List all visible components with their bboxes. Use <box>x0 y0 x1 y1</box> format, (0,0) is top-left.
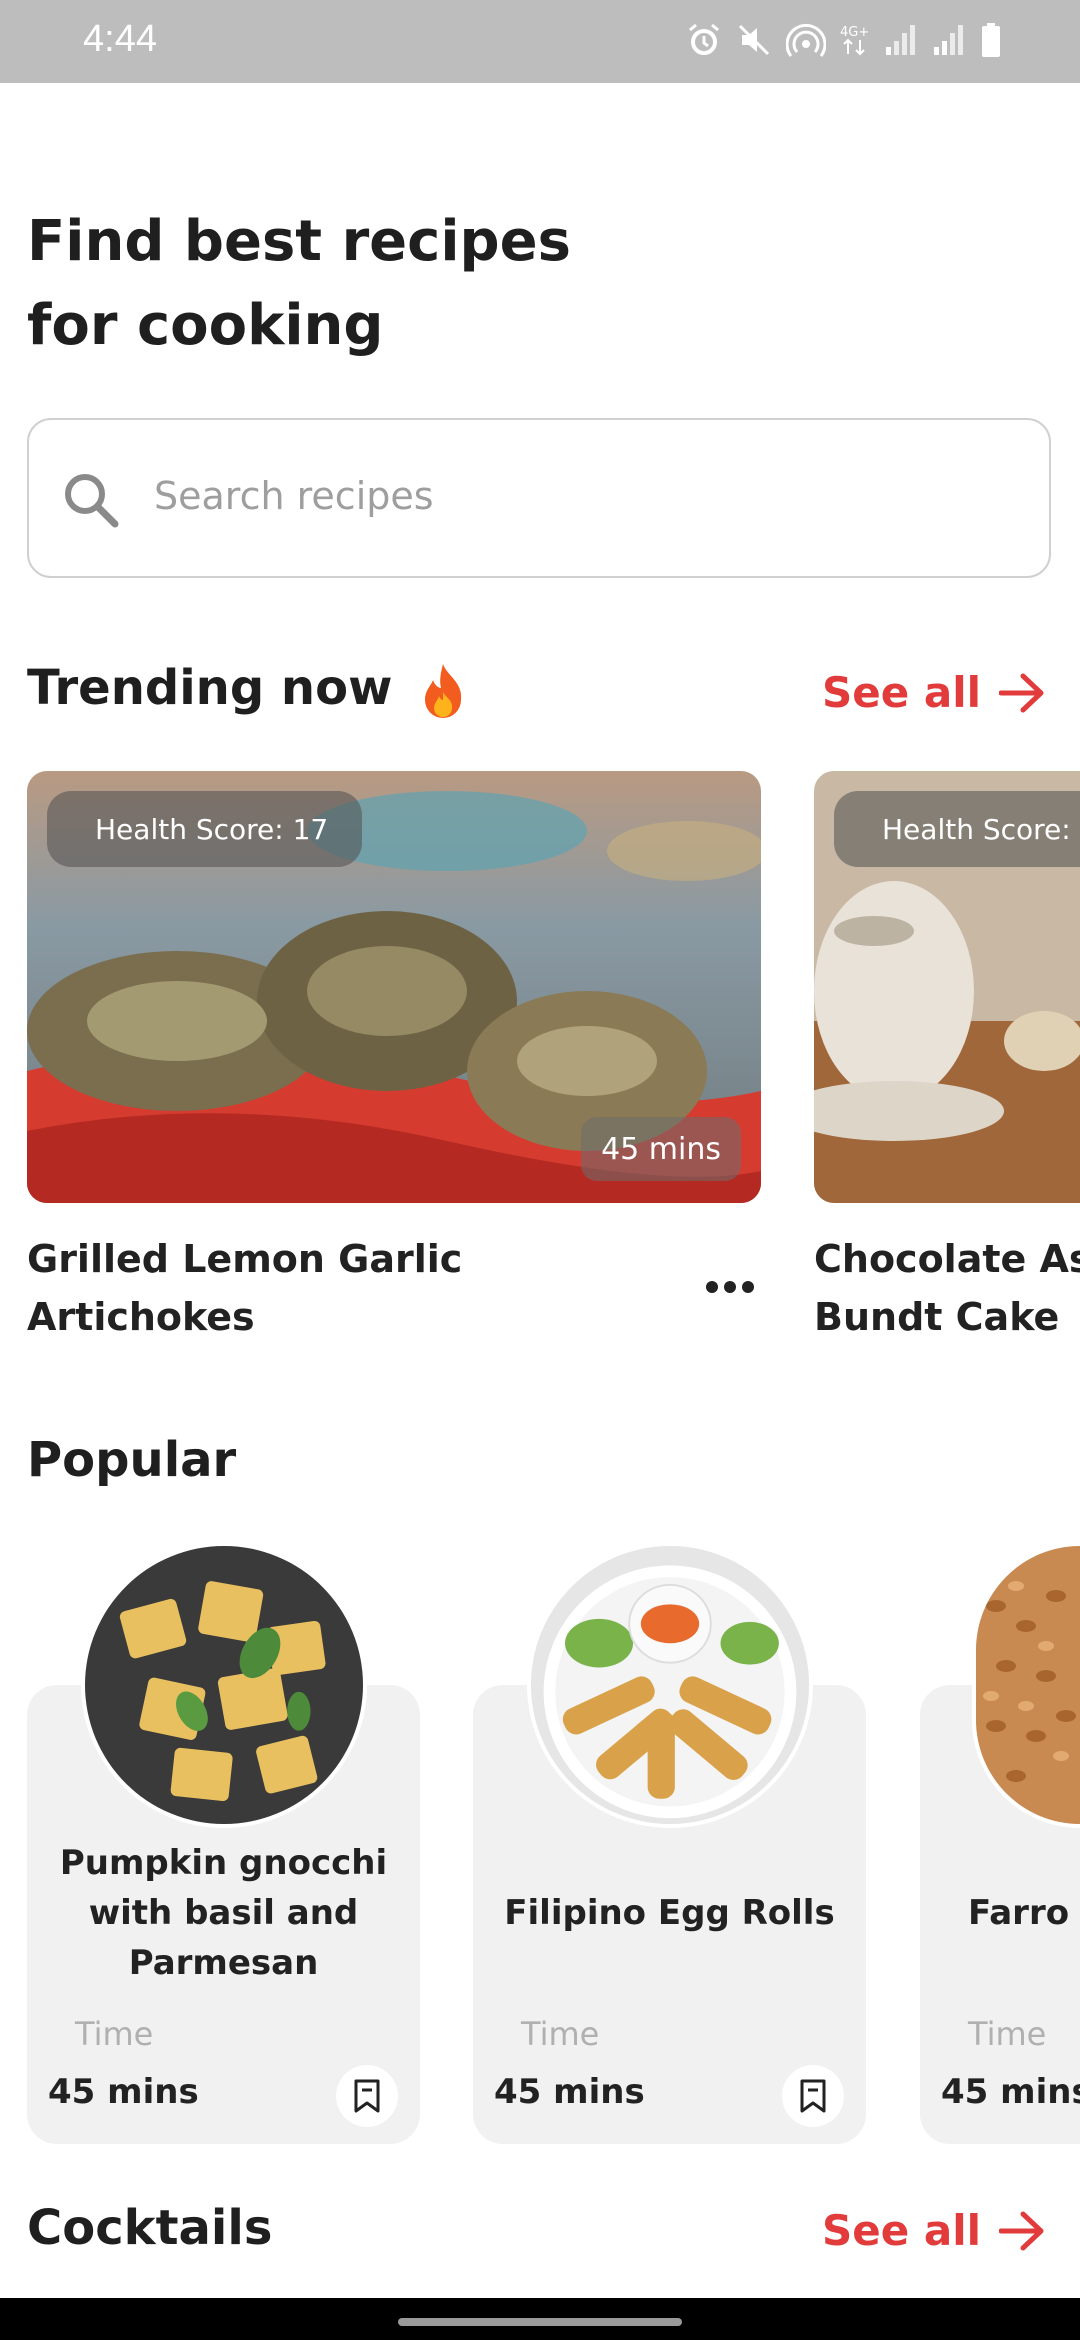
arrow-right-icon <box>999 673 1044 712</box>
trending-recipe-name[interactable]: Grilled Lemon Garlic Artichokes <box>27 1230 677 1346</box>
mute-icon <box>738 24 770 56</box>
time-value: 45 mins <box>494 2072 645 2112</box>
bookmark-icon <box>354 2079 380 2113</box>
time-label: Time <box>75 2015 154 2053</box>
recipe-name-line-1: Grilled Lemon Garlic <box>27 1237 463 1281</box>
popular-recipe-name: Filipino Egg Rolls <box>504 1893 835 1933</box>
alarm-icon <box>689 23 719 55</box>
battery-icon <box>982 23 1000 57</box>
status-icons: 4G+ <box>686 22 1002 58</box>
status-bar: 4:44 4G+ <box>0 0 1080 83</box>
health-score-badge: Health Score: 17 <box>47 791 362 867</box>
signal-icon <box>934 25 963 55</box>
bookmark-button[interactable] <box>782 2065 844 2127</box>
status-time: 4:44 <box>83 18 157 60</box>
time-badge: 45 mins <box>581 1117 741 1181</box>
recipe-name-line-2: Bundt Cake <box>814 1295 1060 1339</box>
see-all-label: See all <box>822 2206 981 2255</box>
recipe-image <box>81 1542 367 1828</box>
trending-see-all-button[interactable]: See all <box>822 668 1045 717</box>
trending-card[interactable]: Health Score: 17 45 mins <box>27 771 761 1203</box>
home-gesture-handle[interactable] <box>398 2318 682 2326</box>
hotspot-icon <box>786 23 826 57</box>
trending-title: Trending now <box>27 660 467 720</box>
health-score-badge: Health Score: <box>834 791 1080 867</box>
page-title: Find best recipes for cooking <box>27 200 727 368</box>
signal-icon <box>886 25 915 55</box>
bookmark-icon <box>800 2079 826 2113</box>
trending-card[interactable]: Health Score: <box>814 771 1080 1203</box>
trending-recipe-name[interactable]: Chocolate Asp Bundt Cake <box>814 1230 1080 1346</box>
recipe-name-line-2: Artichokes <box>27 1295 255 1339</box>
popular-recipe-name: Farro & <box>968 1893 1080 1933</box>
time-label: Time <box>521 2015 600 2053</box>
title-line-2: for cooking <box>27 293 384 358</box>
recipe-name-line-1: Chocolate Asp <box>814 1237 1080 1281</box>
trending-title-text: Trending now <box>27 660 393 716</box>
more-options-icon[interactable] <box>700 1275 760 1299</box>
bookmark-button[interactable] <box>336 2065 398 2127</box>
arrow-right-icon <box>999 2211 1044 2250</box>
cocktails-see-all-button[interactable]: See all <box>822 2206 1045 2255</box>
search-input[interactable]: Search recipes <box>27 418 1051 578</box>
time-value: 45 mins <box>48 2072 199 2112</box>
search-icon <box>65 474 119 528</box>
search-placeholder: Search recipes <box>154 474 434 518</box>
cocktails-title: Cocktails <box>27 2200 273 2256</box>
time-value: 45 mins <box>941 2072 1080 2112</box>
popular-recipe-name: Pumpkin gnocchi with basil and Parmesan <box>59 1843 388 1983</box>
see-all-label: See all <box>822 668 981 717</box>
4g-icon: 4G+ <box>840 25 869 56</box>
popular-title: Popular <box>27 1432 237 1488</box>
fire-icon <box>425 664 462 718</box>
time-label: Time <box>968 2015 1047 2053</box>
recipe-image <box>527 1542 813 1828</box>
title-line-1: Find best recipes <box>27 209 571 274</box>
svg-text:4G+: 4G+ <box>840 25 869 40</box>
